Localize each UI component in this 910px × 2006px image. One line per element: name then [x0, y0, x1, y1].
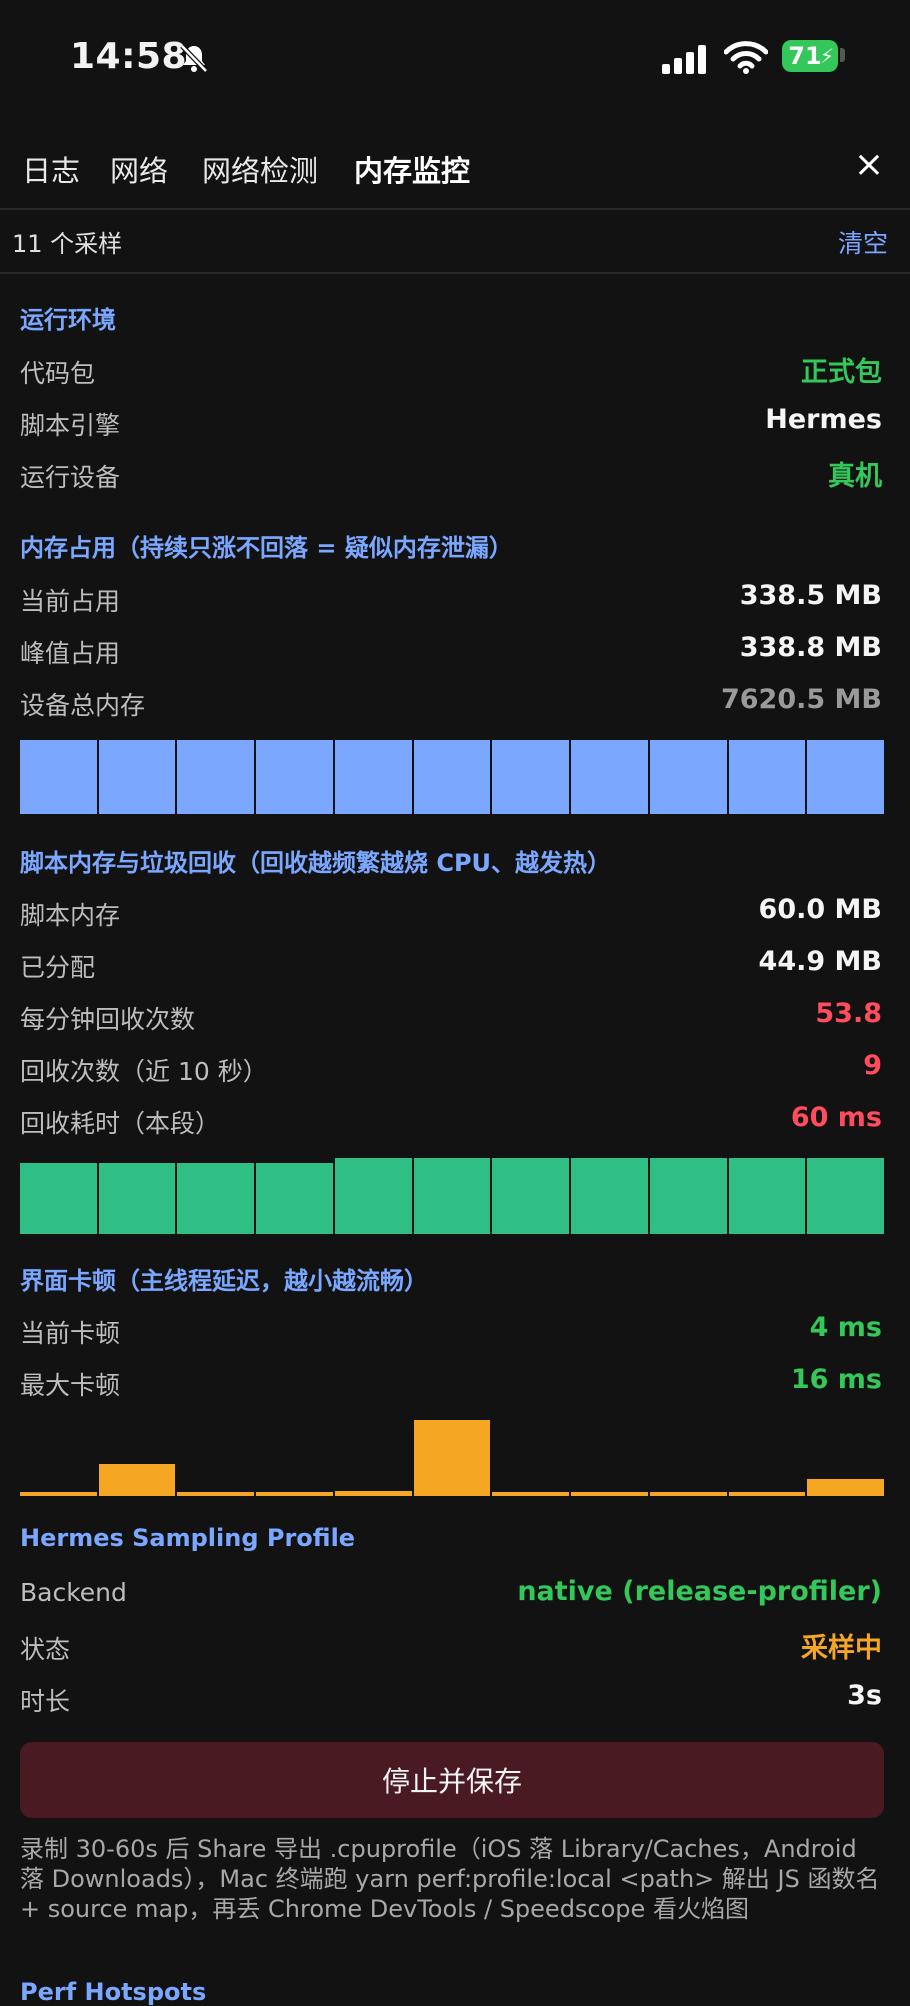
sparkline-bar	[413, 740, 491, 814]
row-value: 60.0 MB	[758, 894, 882, 925]
profile-instructions: 录制 30-60s 后 Share 导出 .cpuprofile（iOS 落 L…	[20, 1835, 880, 1923]
sparkline-bar	[571, 1158, 648, 1234]
sparkline-bar	[571, 740, 648, 814]
row-label: 峰值占用	[20, 639, 121, 668]
sparkline-bar	[20, 1492, 97, 1496]
runtime-section-title: 运行环境	[20, 306, 116, 334]
sparkline-bar	[256, 740, 333, 814]
close-icon[interactable]: ×	[854, 144, 884, 185]
row-value: 16 ms	[790, 1364, 882, 1395]
jank-section-title: 界面卡顿（主线程延迟，越小越流畅）	[20, 1267, 428, 1295]
row-label: 每分钟回收次数	[20, 1005, 196, 1034]
row-value: 3s	[847, 1680, 882, 1711]
tab-memory-monitor[interactable]: 内存监控	[354, 148, 470, 190]
gc-section-title: 脚本内存与垃圾回收（回收越频繁越烧 CPU、越发热）	[20, 849, 612, 877]
gc-sparkline	[20, 1158, 885, 1234]
sparkline-bar	[334, 1158, 412, 1234]
row-value: 53.8	[815, 998, 882, 1029]
row-label: 脚本内存	[20, 901, 121, 930]
sparkline-bar	[728, 740, 806, 814]
sparkline-bar	[413, 1420, 491, 1496]
battery-nub	[840, 48, 845, 62]
row-value: 44.9 MB	[758, 946, 882, 977]
row-value: 真机	[828, 461, 882, 492]
sparkline-bar	[807, 1479, 885, 1496]
row-label: 脚本引擎	[20, 411, 121, 440]
row-value: 采样中	[801, 1633, 882, 1664]
sparkline-bar	[807, 1158, 885, 1234]
sparkline-bar	[807, 740, 885, 814]
sparkline-bar	[98, 740, 176, 814]
sparkline-bar	[649, 1158, 727, 1234]
charging-bolt-icon: ⚡	[819, 44, 834, 68]
stop-and-save-button[interactable]: 停止并保存	[20, 1742, 884, 1818]
stop-and-save-label: 停止并保存	[381, 1765, 522, 1798]
row-value: 338.8 MB	[739, 632, 882, 663]
row-label: 回收耗时（本段）	[20, 1109, 221, 1138]
sparkline-bar	[728, 1158, 806, 1234]
row-label: 代码包	[20, 359, 96, 388]
sparkline-bar	[334, 740, 412, 814]
clear-button[interactable]: 清空	[838, 224, 888, 260]
row-label: 当前卡顿	[20, 1319, 121, 1348]
sparkline-bar	[98, 1464, 176, 1496]
row-label: 当前占用	[20, 587, 121, 616]
tab-network[interactable]: 网络	[110, 148, 168, 190]
sparkline-bar	[413, 1158, 491, 1234]
status-bar: 14:58 71 ⚡	[0, 0, 910, 120]
jank-sparkline	[20, 1420, 885, 1496]
sparkline-bar	[492, 740, 570, 814]
row-label: 设备总内存	[20, 691, 146, 720]
sparkline-bar	[177, 1163, 255, 1234]
row-value: 4 ms	[809, 1312, 882, 1343]
row-value: native (release-profiler)	[517, 1576, 882, 1607]
memory-section-title: 内存占用（持续只涨不回落 = 疑似内存泄漏）	[20, 534, 513, 562]
row-value: 正式包	[801, 357, 882, 388]
perf-hotspots-title: Perf Hotspots	[20, 1978, 207, 2006]
sparkline-bar	[177, 740, 255, 814]
cell-signal-icon	[662, 44, 710, 78]
memory-sparkline	[20, 740, 885, 814]
battery-level: 71	[788, 42, 822, 70]
row-value: 338.5 MB	[739, 580, 882, 611]
profile-section-title: Hermes Sampling Profile	[20, 1524, 356, 1552]
row-value: 60 ms	[790, 1102, 882, 1133]
sparkline-bar	[649, 1492, 727, 1496]
sparkline-bar	[649, 740, 727, 814]
samples-row: 11 个采样 清空	[0, 210, 910, 274]
wifi-icon	[723, 40, 769, 78]
battery-icon: 71 ⚡	[782, 40, 838, 72]
row-label: 状态	[20, 1635, 71, 1664]
sparkline-bar	[20, 1163, 97, 1234]
status-time: 14:58	[70, 36, 188, 77]
sample-count: 11 个采样	[12, 230, 123, 258]
row-label: Backend	[20, 1578, 127, 1607]
row-label: 最大卡顿	[20, 1371, 121, 1400]
row-value: Hermes	[765, 404, 882, 435]
row-label: 时长	[20, 1687, 71, 1716]
row-label: 已分配	[20, 953, 96, 982]
sparkline-bar	[20, 740, 97, 814]
sparkline-bar	[98, 1163, 176, 1234]
sparkline-bar	[177, 1492, 255, 1496]
sparkline-bar	[334, 1491, 412, 1496]
row-value: 9	[863, 1050, 882, 1081]
sparkline-bar	[256, 1492, 333, 1496]
sparkline-bar	[571, 1492, 648, 1496]
sparkline-bar	[492, 1492, 570, 1496]
tab-bar: 日志 网络 网络检测 内存监控 ×	[0, 132, 910, 210]
sparkline-bar	[728, 1492, 806, 1496]
tab-logs[interactable]: 日志	[22, 148, 80, 190]
row-label: 运行设备	[20, 463, 121, 492]
tab-network-check[interactable]: 网络检测	[202, 148, 318, 190]
bell-slash-icon	[178, 42, 210, 78]
row-value: 7620.5 MB	[720, 684, 882, 715]
row-label: 回收次数（近 10 秒）	[20, 1057, 268, 1086]
sparkline-bar	[492, 1158, 570, 1234]
sparkline-bar	[256, 1163, 333, 1234]
